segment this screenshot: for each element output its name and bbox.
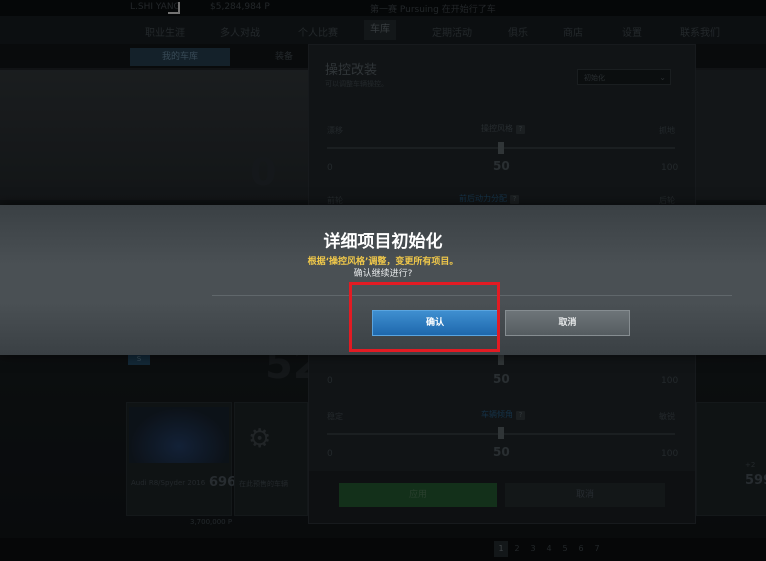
- car-thumbnail: [129, 407, 229, 463]
- page-1[interactable]: 1: [494, 541, 508, 557]
- car-price: 3,700,000 P: [190, 518, 233, 526]
- page-6[interactable]: 6: [574, 541, 588, 557]
- dialog-title: 详细项目初始化: [323, 232, 443, 252]
- nav-item-settings[interactable]: 设置: [622, 24, 642, 39]
- slider-knob-3[interactable]: [498, 427, 504, 439]
- help-icon[interactable]: ?: [516, 125, 525, 134]
- empty-slot-label: 在此预售的车辆: [239, 480, 288, 488]
- chevron-down-icon: ⌄: [659, 73, 666, 82]
- help-icon[interactable]: ?: [516, 411, 525, 420]
- row0-center: 操控风格?: [481, 123, 525, 134]
- row3-value: 50: [493, 445, 510, 459]
- page-4[interactable]: 4: [542, 541, 556, 557]
- row2-max: 100: [661, 376, 679, 386]
- page-5[interactable]: 5: [558, 541, 572, 557]
- tuning-cancel-button[interactable]: 取消: [505, 483, 665, 507]
- bottom-bar: [0, 538, 766, 561]
- row0-left: 漂移: [327, 126, 343, 135]
- row0-max: 100: [661, 163, 679, 173]
- car-rating-right: 599: [745, 473, 766, 488]
- row3-max: 100: [661, 449, 679, 459]
- car-badge-right: +2: [745, 461, 756, 469]
- nav-item-garage[interactable]: 车库: [364, 20, 396, 40]
- car-card-empty[interactable]: 在此预售的车辆: [234, 402, 308, 516]
- nav-item-single-race[interactable]: 个人比赛: [298, 24, 338, 39]
- top-status-bar: L.SHI YANG $5,284,984 P 第一赛 Pursuing 在开始…: [0, 0, 766, 16]
- row2-min: 0: [327, 376, 333, 386]
- preset-value: 初始化: [584, 74, 605, 82]
- preset-select[interactable]: 初始化 ⌄: [577, 69, 671, 85]
- slider-knob-0[interactable]: [498, 142, 504, 154]
- gear-icon: ⚙: [248, 424, 272, 454]
- page-3[interactable]: 3: [526, 541, 540, 557]
- row3-right: 敏锐: [659, 412, 675, 421]
- cancel-button[interactable]: 取消: [505, 310, 630, 336]
- nav-item-shop[interactable]: 商店: [563, 24, 583, 39]
- car-card-right[interactable]: 599 +2: [696, 402, 766, 516]
- row0-right: 抓地: [659, 126, 675, 135]
- main-nav: 职业生涯 多人对战 个人比赛 车库 定期活动 俱乐 商店 设置 联系我们: [0, 16, 766, 44]
- dialog-question: 确认继续进行?: [353, 269, 413, 279]
- rating-large-bg: 0: [250, 150, 277, 194]
- row3-center: 车辆倾角?: [481, 409, 525, 420]
- nav-item-multiplayer[interactable]: 多人对战: [220, 24, 260, 39]
- row0-min: 0: [327, 163, 333, 173]
- nav-item-career[interactable]: 职业生涯: [145, 24, 185, 39]
- nav-item-club[interactable]: 俱乐: [508, 24, 528, 39]
- row1-center: 前后动力分配?: [459, 193, 519, 204]
- row0-value: 50: [493, 159, 510, 173]
- event-ticker: 第一赛 Pursuing 在开始行了车: [370, 5, 496, 15]
- page-2[interactable]: 2: [510, 541, 524, 557]
- nav-item-events[interactable]: 定期活动: [432, 24, 472, 39]
- row3-left: 稳定: [327, 412, 343, 421]
- money-label: $5,284,984 P: [210, 2, 270, 12]
- highlight-box: [349, 282, 500, 352]
- class-badge: S: [128, 355, 150, 365]
- car-card-left[interactable]: Audi R8/Spyder 2016 696: [126, 402, 236, 516]
- row2-value: 50: [493, 372, 510, 386]
- row3-min: 0: [327, 449, 333, 459]
- nav-item-contact[interactable]: 联系我们: [680, 24, 720, 39]
- help-icon[interactable]: ?: [510, 195, 519, 204]
- tuning-subtitle: 可以调整车辆操控。: [325, 80, 388, 88]
- tuning-title: 操控改装: [325, 63, 378, 78]
- tuning-footer: 应用 取消: [309, 471, 695, 523]
- page-7[interactable]: 7: [590, 541, 604, 557]
- garage-scene-right: [690, 70, 766, 200]
- cursor-bracket-icon: [168, 2, 180, 14]
- car-rating: 696: [209, 475, 237, 490]
- tab-my-garage[interactable]: 我的车库: [130, 48, 230, 66]
- car-name: Audi R8/Spyder 2016: [131, 479, 206, 487]
- apply-button[interactable]: 应用: [339, 483, 497, 507]
